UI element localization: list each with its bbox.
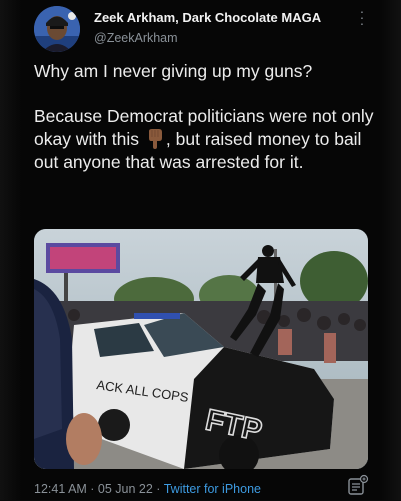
tweet-text: Why am I never giving up my guns? Becaus… (34, 60, 374, 174)
display-name[interactable]: Zeek Arkham, Dark Chocolate MAGA (94, 10, 321, 25)
more-options-icon[interactable]: · · · (357, 4, 367, 30)
analytics-icon[interactable] (347, 474, 369, 496)
right-border (379, 0, 401, 500)
tweet-line-1: Why am I never giving up my guns? (34, 61, 313, 81)
tweet-paragraph-2: Because Democrat politicians were not on… (34, 105, 374, 174)
source-app-link[interactable]: Twitter for iPhone (164, 482, 261, 496)
tweet-photo[interactable]: ACK ALL COPS FTP (34, 229, 368, 469)
user-handle[interactable]: @ZeekArkham (94, 31, 178, 45)
left-border (0, 0, 22, 500)
avatar-image (34, 6, 80, 52)
tweet-footer: 12:41 AM · 05 Jun 22 · Twitter for iPhon… (34, 482, 261, 496)
avatar[interactable] (34, 6, 80, 52)
pointing-down-hand-icon (146, 129, 164, 149)
riot-photo-illustration: ACK ALL COPS FTP (34, 229, 368, 469)
tweet-timestamp[interactable]: 12:41 AM · 05 Jun 22 · (34, 482, 164, 496)
